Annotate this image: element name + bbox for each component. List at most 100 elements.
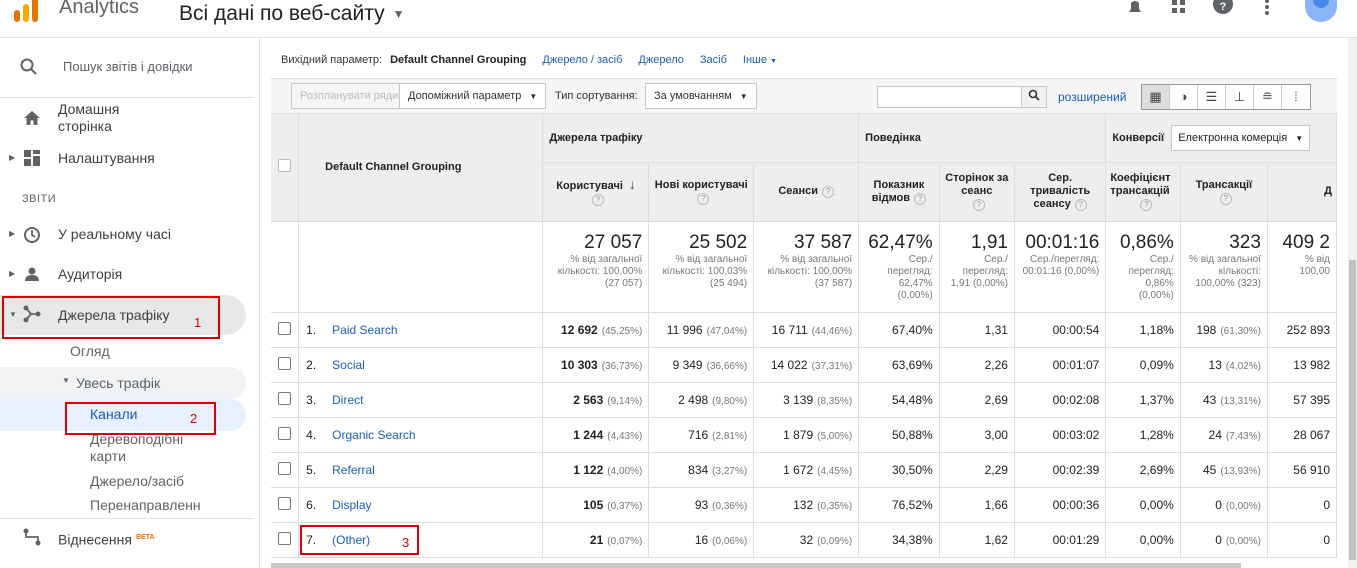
help-icon[interactable]: ? xyxy=(1140,199,1153,211)
help-icon[interactable]: ? xyxy=(1074,199,1087,211)
sidebar-item-audience[interactable]: ▶ Аудиторія xyxy=(0,264,246,286)
horizontal-scrollbar[interactable] xyxy=(271,563,1241,568)
primary-dimension-current: Default Channel Grouping xyxy=(390,54,527,66)
dimension-link-other[interactable]: Інше ▼ xyxy=(743,54,777,66)
sessions-value: 14 022 xyxy=(770,357,808,372)
table-view-icon[interactable]: ▦ xyxy=(1142,85,1170,109)
property-selector[interactable]: Всі дані по веб-сайту ▼ xyxy=(179,2,404,26)
row-checkbox[interactable] xyxy=(278,496,292,510)
users-percent: (9,14%) xyxy=(607,395,643,407)
account-avatar[interactable] xyxy=(1305,0,1337,22)
sidebar-item-source-medium[interactable]: Джерело/засіб xyxy=(90,473,184,490)
row-select-cell xyxy=(271,382,300,418)
help-icon[interactable]: ? xyxy=(1219,192,1232,205)
select-all-checkbox[interactable] xyxy=(278,159,292,173)
sidebar-item-attribution[interactable]: Віднесення BETA xyxy=(0,526,246,548)
row-checkbox[interactable] xyxy=(278,531,292,545)
avg-duration-cell: 00:00:36 xyxy=(1014,487,1107,523)
advanced-filter-link[interactable]: розширений xyxy=(1058,90,1126,104)
conversion-rate-cell: 2,69% xyxy=(1105,452,1181,488)
secondary-dimension-dropdown[interactable]: Допоміжний параметр ▼ xyxy=(399,83,547,109)
comparison-view-icon[interactable]: ⊥ xyxy=(1226,85,1254,109)
top-bar: Analytics Всі дані по веб-сайту ▼ ? xyxy=(0,0,1357,38)
sessions-value: 1 879 xyxy=(783,427,814,442)
channel-link[interactable]: Paid Search xyxy=(332,323,397,337)
dimension-link-medium[interactable]: Засіб xyxy=(700,54,727,66)
total-cell: 62,47% Сер./ перегляд: 62,47% (0,00%) xyxy=(858,221,940,313)
channel-link[interactable]: Display xyxy=(332,498,371,512)
sidebar-item-settings[interactable]: ▶ Налаштування xyxy=(0,148,246,170)
col-header-pages-per-session[interactable]: Сторінок за сеанс? xyxy=(939,162,1015,222)
sidebar-item-realtime[interactable]: ▶ У реальному часі xyxy=(0,224,246,246)
table-search-button[interactable] xyxy=(1021,86,1047,108)
notifications-icon[interactable] xyxy=(1123,0,1147,18)
row-checkbox[interactable] xyxy=(278,321,292,335)
dimension-link-source-medium[interactable]: Джерело / засіб xyxy=(542,54,622,66)
sessions-percent: (4,45%) xyxy=(817,465,853,477)
new-users-value: 11 996 xyxy=(666,322,703,337)
dimension-link-source[interactable]: Джерело xyxy=(638,54,683,66)
new-users-value: 2 498 xyxy=(678,392,709,407)
transactions-percent: (13,31%) xyxy=(1220,395,1261,407)
bounce-rate-cell: 30,50% xyxy=(858,452,940,488)
more-vert-icon[interactable] xyxy=(1255,0,1279,18)
pivot-view-icon[interactable]: ⦙ xyxy=(1282,85,1310,109)
primary-dimension-label: Вихідний параметр: xyxy=(281,54,383,66)
dimension-header[interactable]: Default Channel Grouping xyxy=(298,114,544,222)
row-checkbox[interactable] xyxy=(278,426,292,440)
channel-link[interactable]: Direct xyxy=(332,393,363,407)
sidebar-item-home[interactable]: Домашня сторінка xyxy=(0,101,246,135)
help-icon[interactable]: ? xyxy=(972,199,985,211)
conversion-goal-dropdown[interactable]: Електронна комерція ▼ xyxy=(1171,124,1311,151)
col-header-users[interactable]: Користувачі ↓? xyxy=(542,162,650,222)
channel-link[interactable]: Organic Search xyxy=(332,428,415,442)
help-icon[interactable]: ? xyxy=(914,192,927,205)
col-header-new-users[interactable]: Нові користувачі? xyxy=(648,162,755,222)
col-header-revenue[interactable]: Д xyxy=(1267,162,1337,222)
col-header-bounce-rate[interactable]: Показник відмов? xyxy=(858,162,940,222)
sidebar-search[interactable]: Пошук звітів і довідки xyxy=(0,50,254,84)
term-cloud-view-icon[interactable]: ≘ xyxy=(1254,85,1282,109)
new-users-cell: 9 349 (36,66%) xyxy=(648,347,755,383)
row-checkbox[interactable] xyxy=(278,461,292,475)
users-cell: 21 (0,07%) xyxy=(542,522,650,558)
sidebar-item-treemaps[interactable]: Деревоподібні карти xyxy=(90,431,220,465)
col-header-avg-session-duration[interactable]: Сер. тривалість сеансу? xyxy=(1014,162,1107,222)
sidebar-item-all-traffic[interactable]: ▼ Увесь трафік xyxy=(0,367,246,399)
plot-rows-button[interactable]: Розпланувати ряди xyxy=(291,83,408,109)
help-icon[interactable]: ? xyxy=(822,186,835,198)
sort-arrow-icon: ↓ xyxy=(628,176,636,192)
row-checkbox[interactable] xyxy=(278,391,292,405)
col-header-transactions[interactable]: Трансакції? xyxy=(1180,162,1268,222)
total-cell: 00:01:16 Сер./перегляд: 00:01:16 (0,00%) xyxy=(1014,221,1107,313)
sidebar-item-label: Віднесення xyxy=(58,531,132,548)
col-header-sessions[interactable]: Сеанси? xyxy=(753,162,860,222)
row-select-cell xyxy=(271,452,300,488)
chevron-down-icon: ▼ xyxy=(1295,133,1304,143)
new-users-cell: 11 996 (47,04%) xyxy=(648,312,755,348)
help-icon[interactable]: ? xyxy=(1211,0,1235,18)
apps-grid-icon[interactable] xyxy=(1167,0,1191,18)
channel-link[interactable]: Referral xyxy=(332,463,375,477)
new-users-percent: (36,66%) xyxy=(706,360,748,372)
sidebar-item-referrals[interactable]: Перенаправленн xyxy=(90,497,201,514)
sort-type-dropdown[interactable]: За умовчанням ▼ xyxy=(645,83,757,109)
transactions-value: 0 xyxy=(1215,532,1222,547)
users-value: 12 692 xyxy=(561,322,598,337)
help-icon[interactable]: ? xyxy=(697,192,710,205)
sidebar-item-overview[interactable]: Огляд xyxy=(70,343,110,360)
vertical-scrollbar[interactable] xyxy=(1348,38,1357,568)
table-search-input[interactable] xyxy=(877,86,1023,108)
person-icon xyxy=(22,266,42,286)
sessions-percent: (0,35%) xyxy=(817,500,853,512)
col-header-conversion-rate[interactable]: Коефіцієнт трансакцій? xyxy=(1105,162,1181,222)
channel-link[interactable]: Social xyxy=(332,358,365,372)
pie-view-icon[interactable]: ◑ xyxy=(1170,85,1198,109)
performance-view-icon[interactable]: ☰ xyxy=(1198,85,1226,109)
revenue-cell: 13 982 xyxy=(1267,347,1337,383)
row-checkbox[interactable] xyxy=(278,356,292,370)
new-users-value: 93 xyxy=(694,497,709,512)
scrollbar-thumb[interactable] xyxy=(1349,260,1356,560)
total-cell: 27 057% від загальної кількості: 100,00%… xyxy=(542,221,650,313)
help-icon[interactable]: ? xyxy=(591,193,604,206)
